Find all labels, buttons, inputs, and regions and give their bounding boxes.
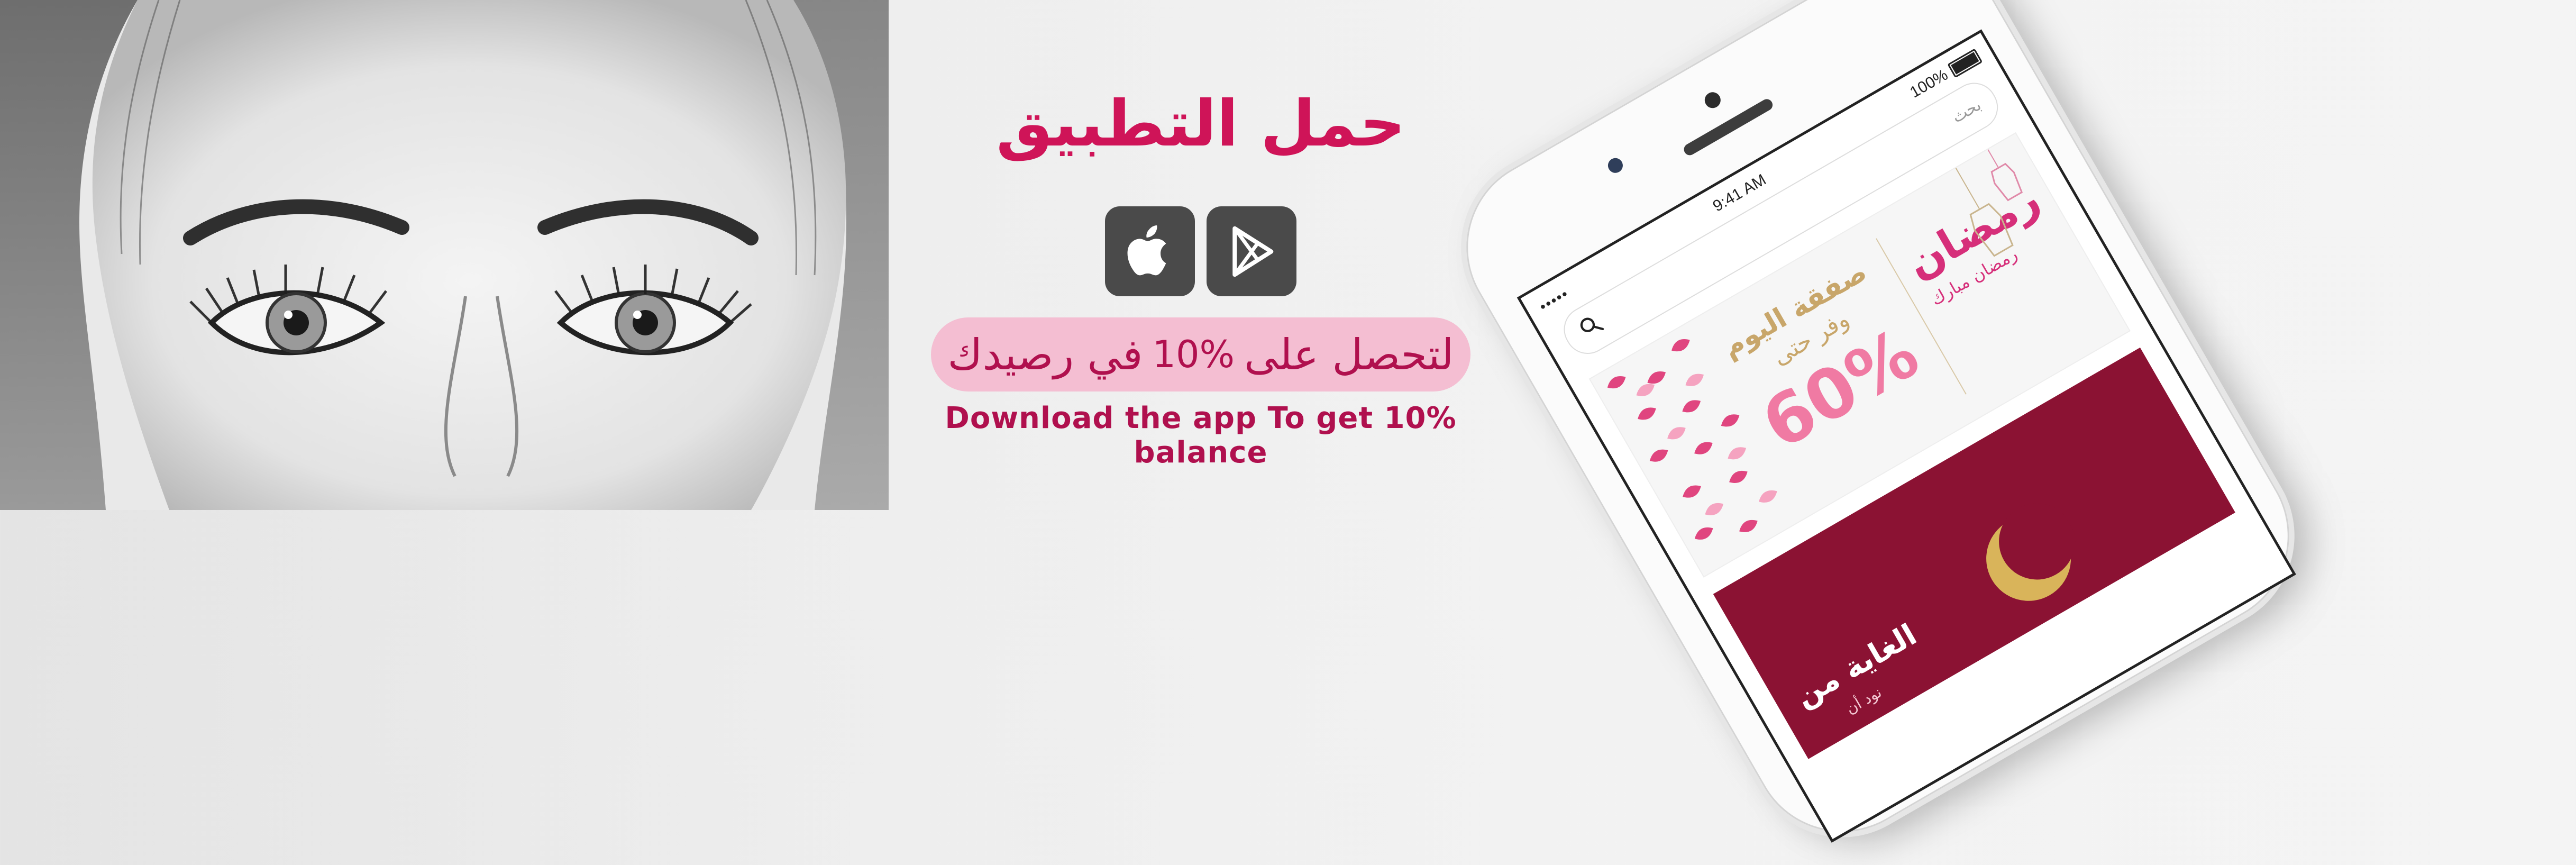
earpiece-speaker [1682,97,1775,158]
battery-icon [1947,48,1983,78]
promo-pill: لتحصل على 10% في رصيدك [931,317,1470,391]
store-buttons [899,206,1502,296]
english-subtitle: Download the app To get 10% balance [945,401,1457,470]
download-title: حمل التطبيق [995,87,1406,161]
crescent-moon-icon [1986,503,2076,601]
front-camera-icon [1605,155,1626,176]
phone-body: ••••• 9:41 AM 100% بحث صفقة اليوم وفر حت… [1433,0,2322,865]
phone-mockup: ••••• 9:41 AM 100% بحث صفقة اليوم وفر حت… [1433,0,2354,865]
search-icon [1575,311,1607,344]
sketch-face-illustration [0,0,889,510]
phone-screen: ••••• 9:41 AM 100% بحث صفقة اليوم وفر حت… [1517,29,2296,843]
apple-logo-icon [1127,225,1166,275]
apple-app-store-button[interactable] [1105,206,1195,296]
signal-icon: ••••• [1536,285,1572,315]
promo-prefix: لتحصل على [1244,330,1454,379]
play-store-icon [1232,226,1273,277]
download-promo: حمل التطبيق لتحصل على 10% في رصيدك Downl… [899,0,1502,510]
sensor-dot [1702,89,1724,111]
google-play-button[interactable] [1207,206,1296,296]
search-placeholder: بحث [1949,95,1985,127]
promo-suffix: في رصيدك [947,330,1143,379]
promo-percent: 10% [1152,333,1235,376]
